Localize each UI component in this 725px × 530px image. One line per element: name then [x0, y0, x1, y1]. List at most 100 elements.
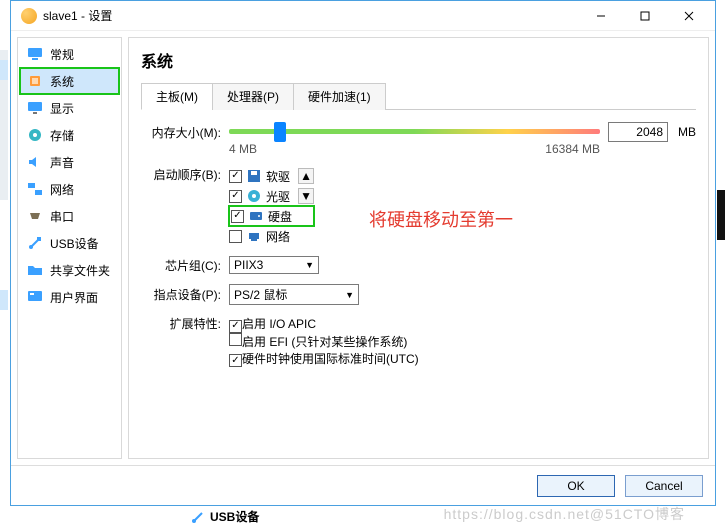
- opt-ioapic[interactable]: 启用 I/O APIC: [229, 315, 419, 333]
- move-down-button[interactable]: ▼: [298, 188, 314, 204]
- memory-input[interactable]: [608, 122, 668, 142]
- content-panel: 系统 主板(M) 处理器(P) 硬件加速(1) 内存大小(M): 4 MB163…: [128, 37, 709, 459]
- app-icon: [21, 8, 37, 24]
- tab-processor[interactable]: 处理器(P): [212, 83, 294, 110]
- usb-icon: [26, 234, 44, 252]
- serial-icon: [26, 207, 44, 225]
- sidebar-item-label: 串口: [50, 208, 74, 225]
- optical-icon: [246, 188, 262, 204]
- chipset-select[interactable]: PIIX3 ▼: [229, 256, 319, 274]
- sidebar-item-label: 存储: [50, 127, 74, 144]
- truncated-label: USB设备: [210, 508, 259, 525]
- sidebar-item-label: 系统: [50, 73, 74, 90]
- page-heading: 系统: [141, 48, 696, 72]
- maximize-button[interactable]: [623, 2, 667, 30]
- sidebar-item-display[interactable]: 显示: [20, 95, 119, 121]
- annotation-text: 将硬盘移动至第一: [369, 206, 513, 232]
- checkbox[interactable]: [229, 170, 242, 183]
- memory-label: 内存大小(M):: [141, 124, 221, 141]
- window-title: slave1 - 设置: [43, 7, 579, 24]
- opt-utc[interactable]: 硬件时钟使用国际标准时间(UTC): [229, 350, 419, 368]
- folder-icon: [26, 261, 44, 279]
- sidebar-item-usb[interactable]: USB设备: [20, 230, 119, 256]
- sidebar-item-serial[interactable]: 串口: [20, 203, 119, 229]
- checkbox[interactable]: [229, 190, 242, 203]
- button-label: OK: [567, 479, 584, 493]
- sidebar-item-shared[interactable]: 共享文件夹: [20, 257, 119, 283]
- memory-slider[interactable]: 4 MB16384 MB: [229, 120, 600, 144]
- memory-unit: MB: [678, 125, 696, 139]
- boot-label: 启动顺序(B):: [141, 166, 221, 183]
- boot-item-label: 光驱: [266, 188, 290, 205]
- boot-item-optical[interactable]: 光驱 ▼: [229, 186, 314, 206]
- checkbox[interactable]: [229, 354, 242, 367]
- move-up-button[interactable]: ▲: [298, 168, 314, 184]
- select-value: PS/2 鼠标: [234, 286, 287, 303]
- hdd-icon: [248, 208, 264, 224]
- settings-window: slave1 - 设置 常规 系统 显示 存储 声音 网络 串口 USB设备 共…: [10, 0, 716, 506]
- checkbox[interactable]: [231, 210, 244, 223]
- sidebar-item-label: 用户界面: [50, 289, 98, 306]
- titlebar: slave1 - 设置: [11, 1, 715, 31]
- pointer-label: 指点设备(P):: [141, 286, 221, 303]
- tabs: 主板(M) 处理器(P) 硬件加速(1): [141, 82, 696, 110]
- sidebar-item-system[interactable]: 系统: [20, 68, 119, 94]
- sidebar-item-label: 常规: [50, 46, 74, 63]
- boot-item-network[interactable]: 网络: [229, 226, 314, 246]
- display-icon: [26, 99, 44, 117]
- sidebar-item-label: USB设备: [50, 235, 99, 252]
- sidebar-item-label: 共享文件夹: [50, 262, 110, 279]
- pointer-select[interactable]: PS/2 鼠标 ▼: [229, 284, 359, 305]
- memory-min: 4 MB: [229, 142, 257, 156]
- boot-item-hdd[interactable]: 硬盘: [229, 206, 314, 226]
- net-icon: [246, 228, 262, 244]
- monitor-icon: [26, 45, 44, 63]
- ext-label: 扩展特性:: [141, 315, 221, 332]
- chip-icon: [26, 72, 44, 90]
- checkbox[interactable]: [229, 320, 242, 333]
- sidebar-item-storage[interactable]: 存储: [20, 122, 119, 148]
- watermark: https://blog.csdn.net@51CTO博客: [444, 504, 685, 524]
- checkbox[interactable]: [229, 333, 242, 346]
- cancel-button[interactable]: Cancel: [625, 475, 703, 497]
- floppy-icon: [246, 168, 262, 184]
- opt-efi[interactable]: 启用 EFI (只针对某些操作系统): [229, 333, 419, 350]
- tab-acceleration[interactable]: 硬件加速(1): [293, 83, 386, 110]
- chipset-label: 芯片组(C):: [141, 257, 221, 274]
- boot-item-label: 软驱: [266, 168, 290, 185]
- audio-icon: [26, 153, 44, 171]
- disk-icon: [26, 126, 44, 144]
- select-value: PIIX3: [234, 258, 263, 272]
- sidebar-item-label: 网络: [50, 181, 74, 198]
- ui-icon: [26, 288, 44, 306]
- boot-order-list: 软驱 ▲ 光驱 ▼ 硬盘 网络: [229, 166, 314, 246]
- dialog-footer: OK Cancel: [11, 465, 715, 505]
- sidebar-item-network[interactable]: 网络: [20, 176, 119, 202]
- minimize-button[interactable]: [579, 2, 623, 30]
- ok-button[interactable]: OK: [537, 475, 615, 497]
- boot-item-floppy[interactable]: 软驱 ▲: [229, 166, 314, 186]
- option-label: 启用 I/O APIC: [242, 317, 316, 331]
- sidebar-item-ui[interactable]: 用户界面: [20, 284, 119, 310]
- network-icon: [26, 180, 44, 198]
- sidebar-item-general[interactable]: 常规: [20, 41, 119, 67]
- sidebar-item-audio[interactable]: 声音: [20, 149, 119, 175]
- sidebar-item-label: 声音: [50, 154, 74, 171]
- boot-item-label: 硬盘: [268, 208, 292, 225]
- tab-label: 主板(M): [156, 90, 198, 104]
- tab-label: 处理器(P): [227, 90, 279, 104]
- usb-icon: [190, 509, 206, 525]
- tab-motherboard[interactable]: 主板(M): [141, 83, 213, 110]
- chevron-down-icon: ▼: [305, 260, 314, 270]
- truncated-row: USB设备: [190, 508, 259, 525]
- boot-item-label: 网络: [266, 228, 290, 245]
- background-strip: [0, 50, 8, 200]
- background-edge: [717, 190, 725, 240]
- option-label: 硬件时钟使用国际标准时间(UTC): [242, 352, 419, 366]
- checkbox[interactable]: [229, 230, 242, 243]
- button-label: Cancel: [645, 479, 682, 493]
- close-button[interactable]: [667, 2, 711, 30]
- option-label: 启用 EFI (只针对某些操作系统): [242, 335, 407, 349]
- tab-label: 硬件加速(1): [308, 90, 371, 104]
- chevron-down-icon: ▼: [345, 290, 354, 300]
